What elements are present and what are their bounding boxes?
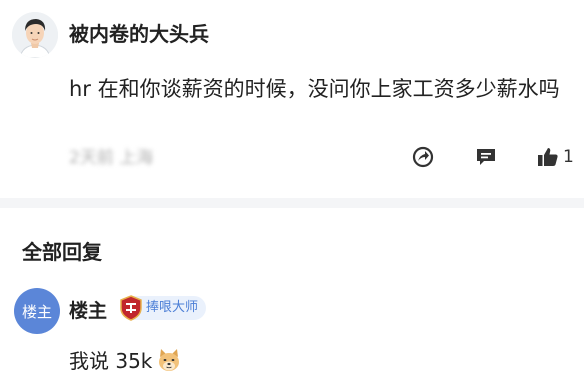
reply-text: 我说 35k — [69, 349, 153, 373]
user-avatar[interactable] — [12, 12, 58, 58]
post-meta: 2天前 上海 — [69, 143, 153, 168]
like-count: 1 — [563, 147, 574, 167]
replies-section-title: 全部回复 — [22, 240, 102, 264]
comment-button[interactable] — [475, 146, 497, 168]
doge-emoji-icon — [159, 348, 180, 371]
share-button[interactable] — [412, 146, 434, 168]
like-button[interactable]: 1 — [537, 146, 574, 168]
post-username[interactable]: 被内卷的大头兵 — [69, 18, 209, 47]
share-icon — [412, 146, 434, 168]
reply-avatar[interactable]: 楼主 — [14, 288, 60, 334]
comment-icon — [477, 149, 495, 165]
post-card: 被内卷的大头兵 hr 在和你谈薪资的时候，没问你上家工资多少薪水吗 2天前 上海… — [0, 0, 584, 200]
thumbs-up-icon — [538, 148, 558, 166]
reply-username[interactable]: 楼主 — [69, 296, 107, 323]
reply-item: 楼主 楼主 捧哏大师 我说 35k — [0, 280, 584, 380]
reply-content: 我说 35k — [69, 345, 182, 374]
post-meta-text: 2天前 上海 — [69, 148, 154, 168]
section-divider — [0, 198, 584, 208]
user-badge[interactable]: 捧哏大师 — [120, 295, 207, 321]
reply-avatar-text: 楼主 — [21, 302, 52, 321]
post-content: hr 在和你谈薪资的时候，没问你上家工资多少薪水吗 — [69, 77, 560, 101]
badge-icon — [120, 295, 142, 321]
badge-label: 捧哏大师 — [146, 300, 199, 315]
